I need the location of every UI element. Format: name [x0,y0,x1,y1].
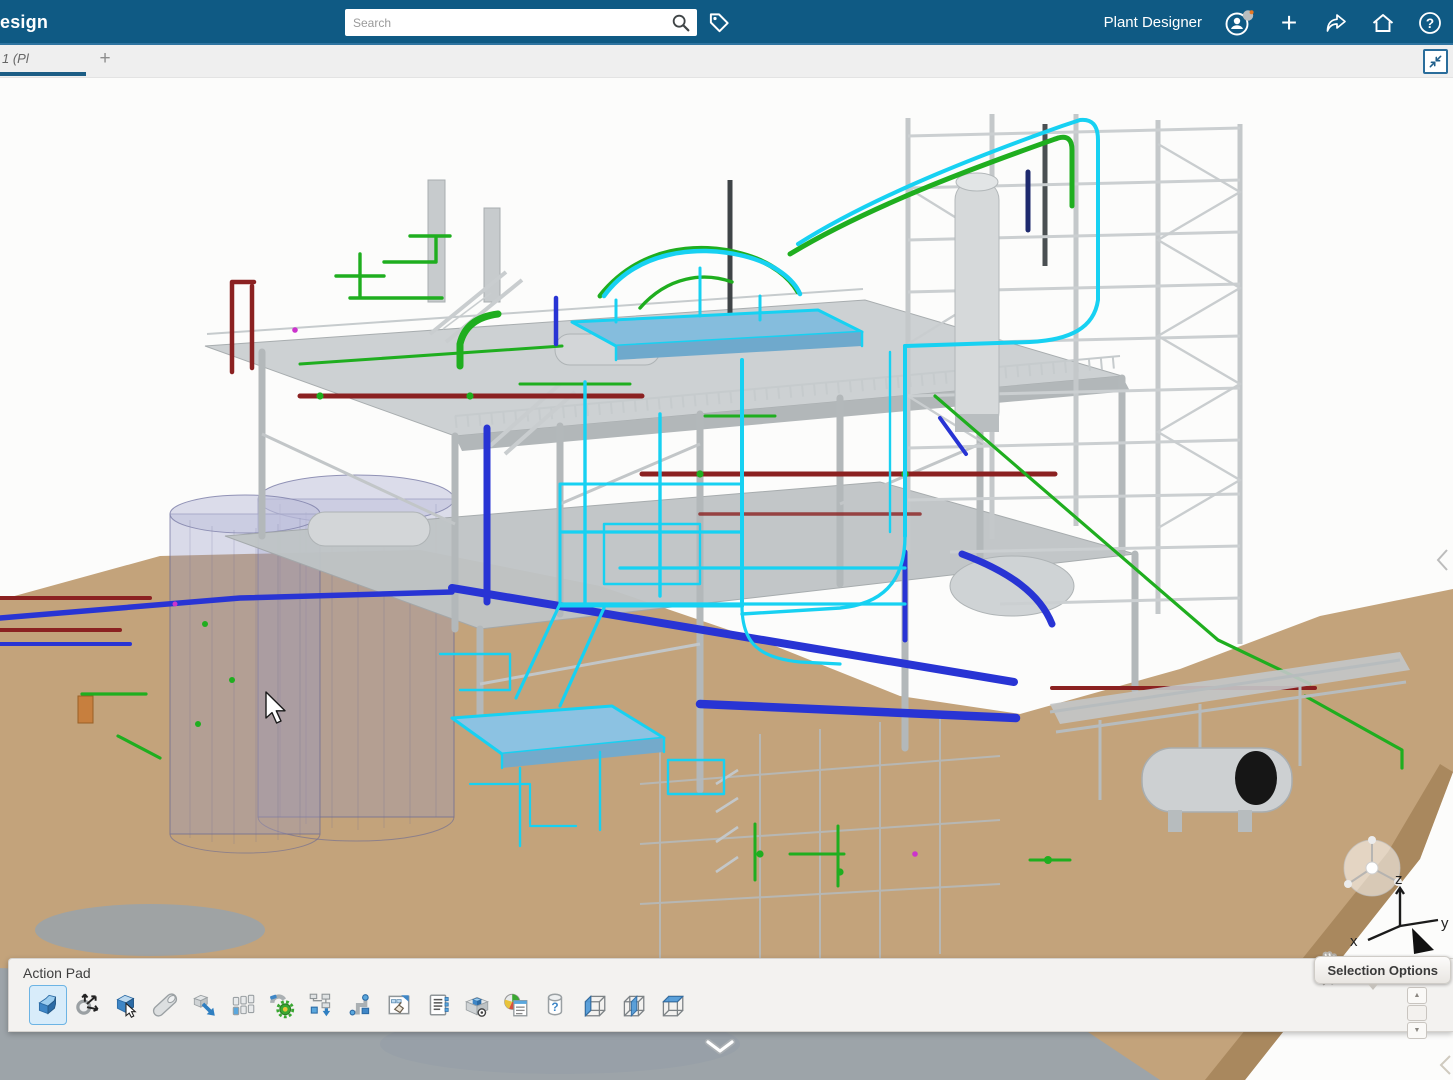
user-avatar-icon [1223,7,1255,39]
clip-plane-left-icon [580,991,608,1019]
tool-clip-plane-top-button[interactable] [653,985,691,1025]
sheet-window-icon [385,991,413,1019]
share-button[interactable] [1323,10,1349,36]
home-icon [1370,10,1396,36]
axis-label-x: x [1350,933,1358,950]
3d-model-canvas[interactable]: z x y [0,78,1453,1080]
axis-label-y: y [1441,915,1449,932]
insert-part-icon [190,991,218,1019]
scrollbar-thumb[interactable] [1407,1005,1427,1021]
help-icon: ? [1417,10,1443,36]
tool-pipe-segment-button[interactable] [146,985,184,1025]
tool-assembly-view-button[interactable] [458,985,496,1025]
document-list-icon [424,991,452,1019]
add-button[interactable]: + [1276,10,1302,36]
tool-query-database-button[interactable]: ? [536,985,574,1025]
active-document-tab[interactable]: 1 (Pl [0,45,35,74]
select-part-icon [112,991,140,1019]
triad-pointer [1412,928,1434,954]
search-box [345,9,697,36]
tool-diagram-transfer-button[interactable] [302,985,340,1025]
user-avatar-button[interactable] [1223,10,1255,36]
action-pad-panel: Action Pad [8,958,1453,1032]
plant-designer-app: esign Plant Designer [0,0,1453,1080]
share-icon [1323,10,1349,36]
diagram-transfer-icon [307,991,335,1019]
fitting-move-icon [73,991,101,1019]
scroll-down-button[interactable]: ▼ [1407,1022,1427,1039]
action-pad-toolbar: ? [29,985,691,1025]
scroll-up-button[interactable]: ▲ [1407,987,1427,1004]
help-button[interactable]: ? [1417,10,1443,36]
tool-select-part-button[interactable] [107,985,145,1025]
tool-solid-part-button[interactable] [29,985,67,1025]
tool-fitting-move-button[interactable] [68,985,106,1025]
tool-document-list-button[interactable] [419,985,457,1025]
right-panel-toggle-icon[interactable] [1438,550,1447,570]
search-input[interactable] [345,16,670,30]
pipe-segment-icon [151,991,179,1019]
solid-part-icon [34,991,62,1019]
clip-plane-top-icon [658,991,686,1019]
new-tab-button[interactable]: + [94,48,116,70]
selection-options-label: Selection Options [1327,963,1438,978]
svg-text:?: ? [1426,16,1434,31]
app-title-fragment: esign [0,12,48,33]
pipe-route-icon [346,991,374,1019]
user-role-label: Plant Designer [1104,14,1202,31]
tool-sheet-window-button[interactable] [380,985,418,1025]
plus-icon: + [1281,10,1297,36]
action-pad-scrollbar: ▲ ▼ [1407,987,1429,1039]
collapse-view-button[interactable] [1423,49,1448,74]
action-pad-title: Action Pad [9,959,1453,983]
tool-report-chart-button[interactable] [497,985,535,1025]
tool-clip-plane-left-button[interactable] [575,985,613,1025]
query-database-icon: ? [541,991,569,1019]
assembly-view-icon [463,991,491,1019]
header-actions: Plant Designer + [1104,0,1443,45]
tool-pipe-settings-button[interactable] [263,985,301,1025]
bottom-right-chevron-icon[interactable] [1441,1056,1450,1074]
clip-plane-center-icon [619,991,647,1019]
selection-options-pointer [1368,984,1378,990]
tag-icon[interactable] [706,9,732,36]
report-chart-icon [502,991,530,1019]
action-pad-collapse-chevron[interactable] [704,1038,736,1056]
3d-viewport: z x y Action Pad [0,78,1453,1080]
selection-options-button[interactable]: Selection Options [1314,956,1451,984]
active-tab-indicator [0,72,86,76]
tool-pipe-route-button[interactable] [341,985,379,1025]
tool-clip-plane-center-button[interactable] [614,985,652,1025]
document-tab-bar: 1 (Pl + [0,45,1453,78]
search-icon[interactable] [670,12,692,34]
tool-component-grid-button[interactable] [224,985,262,1025]
home-button[interactable] [1370,10,1396,36]
app-header: esign Plant Designer [0,0,1453,45]
collapse-arrows-icon [1426,52,1445,71]
component-grid-icon [229,991,257,1019]
pipe-settings-icon [268,991,296,1019]
svg-text:?: ? [551,1000,558,1014]
tool-insert-part-button[interactable] [185,985,223,1025]
axis-label-z: z [1395,871,1403,888]
